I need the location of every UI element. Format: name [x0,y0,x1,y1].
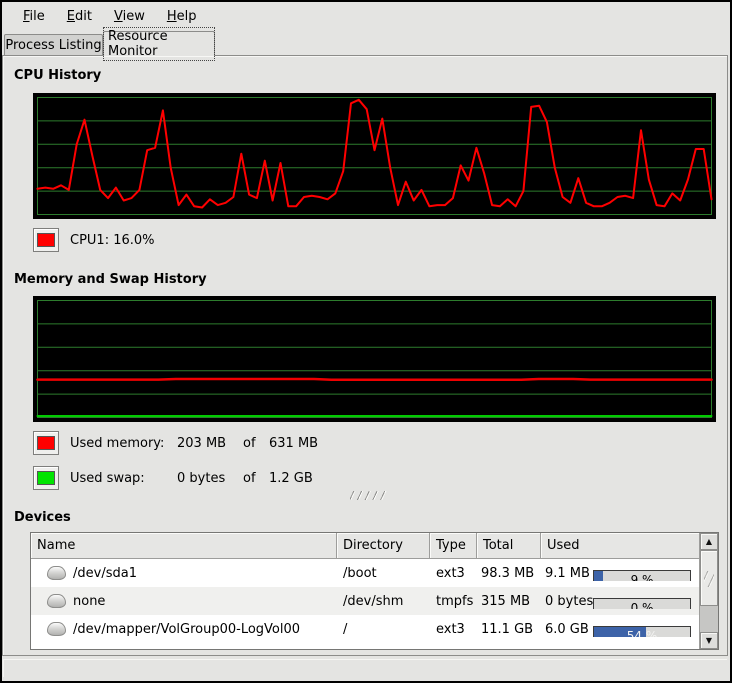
scroll-up-button[interactable]: ▲ [700,533,718,550]
menu-edit-accel: E [67,9,75,24]
cell-total: 11.1 GB [477,622,541,637]
usage-progressbar: 54 % [593,626,691,637]
column-header-name[interactable]: Name [31,533,337,559]
used-memory-of: of [243,436,269,451]
menu-help[interactable]: Help [156,4,208,29]
scroll-down-button[interactable]: ▼ [700,632,718,649]
used-memory-label: Used memory: [70,436,177,451]
column-header-directory[interactable]: Directory [337,533,430,559]
menu-file-rest: ile [30,9,45,24]
cell-name: none [31,594,337,609]
used-memory-total: 631 MB [269,436,318,451]
cell-directory: / [337,622,430,637]
used-swap-swatch-icon [37,471,55,485]
used-swap-label: Used swap: [70,471,177,486]
disk-drive-icon [47,566,66,580]
cell-total: 315 MB [477,594,541,609]
scrollbar-thumb[interactable] [700,550,718,606]
column-header-total-label: Total [483,538,513,553]
used-swap-of: of [243,471,269,486]
cell-used: 0 bytes 0 % [541,594,699,609]
usage-percent-label: 0 % [594,599,690,609]
cell-type: ext3 [430,622,477,637]
usage-progressbar: 0 % [593,598,691,609]
menu-view[interactable]: View [103,4,156,29]
used-swap-total: 1.2 GB [269,471,313,486]
devices-table: Name Directory Type Total Used /dev/sda1… [30,532,719,650]
used-memory-value: 203 MB [177,436,243,451]
used-swap-value: 0 bytes [177,471,243,486]
menu-edit[interactable]: Edit [56,4,103,29]
tab-resource-monitor[interactable]: Resource Monitor [103,31,215,56]
device-row-volgroup[interactable]: /dev/mapper/VolGroup00-LogVol00 / ext3 1… [31,615,699,643]
pane-resize-grip[interactable] [350,491,388,500]
column-header-used[interactable]: Used [541,533,699,559]
disk-drive-icon [47,594,66,608]
system-monitor-window: File Edit View Help Process Listing Reso… [0,0,732,683]
used-swap-legend: Used swap: 0 bytes of 1.2 GB [70,471,313,486]
menu-view-rest: iew [123,9,145,24]
column-header-name-label: Name [37,538,75,553]
cpu1-color-button[interactable] [33,228,59,252]
usage-progressbar: 9 % [593,570,691,581]
used-value: 0 bytes [545,594,593,609]
column-header-type[interactable]: Type [430,533,477,559]
used-memory-color-button[interactable] [33,431,59,455]
column-header-type-label: Type [436,538,466,553]
disk-drive-icon [47,622,66,636]
menubar: File Edit View Help [2,2,732,30]
cell-name: /dev/sda1 [31,566,337,581]
cpu1-legend-label: CPU1: 16.0% [70,233,155,248]
column-header-directory-label: Directory [343,538,403,553]
cpu-history-title: CPU History [14,68,101,83]
cell-used: 9.1 MB 9 % [541,566,699,581]
used-value: 6.0 GB [545,622,589,637]
usage-percent-label: 9 % [594,571,690,581]
used-memory-legend: Used memory: 203 MB of 631 MB [70,436,318,451]
cell-type: ext3 [430,566,477,581]
tab-resource-monitor-label: Resource Monitor [104,28,214,60]
used-swap-color-button[interactable] [33,466,59,490]
column-header-used-label: Used [547,538,580,553]
column-header-total[interactable]: Total [477,533,541,559]
devices-title: Devices [14,510,71,525]
devices-table-main: Name Directory Type Total Used /dev/sda1… [31,533,699,649]
scrollbar-trough[interactable] [700,606,718,632]
tab-process-listing[interactable]: Process Listing [4,34,103,55]
statusbar [3,659,727,677]
memory-swap-graph [33,296,716,422]
device-row-sda1[interactable]: /dev/sda1 /boot ext3 98.3 MB 9.1 MB 9 % [31,559,699,587]
device-name: none [73,594,105,609]
menu-edit-rest: dit [75,9,92,24]
menu-view-accel: V [114,9,123,24]
cell-directory: /dev/shm [337,594,430,609]
device-name: /dev/sda1 [73,566,137,581]
devices-table-header: Name Directory Type Total Used [31,533,699,559]
menu-help-accel: H [167,9,177,24]
cpu1-color-swatch-icon [37,233,55,247]
usage-percent-label: 54 % [594,627,690,637]
menu-file[interactable]: File [12,4,56,29]
used-memory-swatch-icon [37,436,55,450]
device-name: /dev/mapper/VolGroup00-LogVol00 [73,622,300,637]
cell-total: 98.3 MB [477,566,541,581]
cell-type: tmpfs [430,594,477,609]
devices-scrollbar: ▲ ▼ [699,533,718,649]
device-row-none[interactable]: none /dev/shm tmpfs 315 MB 0 bytes 0 % [31,587,699,615]
cell-name: /dev/mapper/VolGroup00-LogVol00 [31,622,337,637]
memory-swap-title: Memory and Swap History [14,272,207,287]
cell-used: 6.0 GB 54 % [541,622,699,637]
cpu-history-graph [33,93,716,219]
cell-directory: /boot [337,566,430,581]
tab-process-listing-label: Process Listing [5,38,101,53]
menu-help-rest: elp [177,9,197,24]
used-value: 9.1 MB [545,566,590,581]
